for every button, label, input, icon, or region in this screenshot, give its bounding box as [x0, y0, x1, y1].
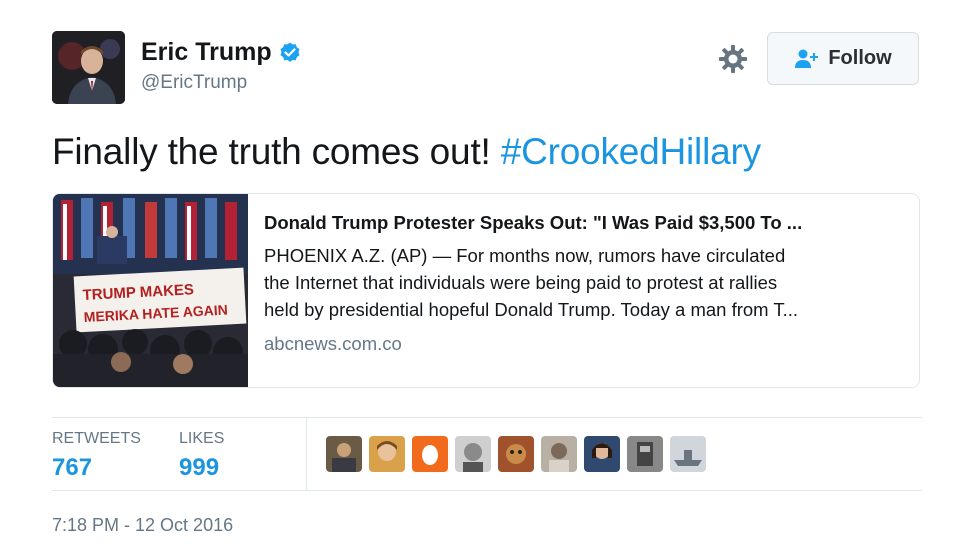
retweets-count: 767 [52, 454, 93, 481]
retweets-label: RETWEETS [52, 430, 141, 447]
retweets-stat[interactable]: RETWEETS 767 [52, 430, 141, 482]
stats-bottom-divider [52, 490, 922, 491]
liker-avatar[interactable] [412, 436, 448, 472]
verified-badge-icon [280, 42, 300, 62]
user-display-name[interactable]: Eric Trump [141, 38, 302, 67]
card-content: Donald Trump Protester Speaks Out: "I Wa… [264, 212, 904, 355]
link-preview-card[interactable]: TRUMP MAKES MERIKA HATE AGAIN Donald Tru… [52, 193, 920, 388]
follow-button[interactable]: Follow [767, 32, 919, 85]
card-domain[interactable]: abcnews.com.co [264, 333, 904, 355]
tweet-body: Finally the truth comes out! [52, 131, 501, 172]
liker-avatar[interactable] [541, 436, 577, 472]
liker-avatar[interactable] [498, 436, 534, 472]
likes-label: LIKES [179, 430, 225, 447]
gear-icon[interactable] [718, 44, 748, 74]
liker-avatar[interactable] [627, 436, 663, 472]
card-description-line: held by presidential hopeful Donald Trum… [264, 299, 799, 320]
tweet-timestamp[interactable]: 7:18 PM - 12 Oct 2016 [52, 515, 233, 536]
card-description-line: the Internet that individuals were being… [264, 272, 778, 293]
user-handle[interactable]: @EricTrump [141, 72, 247, 94]
card-title[interactable]: Donald Trump Protester Speaks Out: "I Wa… [264, 212, 904, 234]
likes-stat[interactable]: LIKES 999 [179, 430, 224, 482]
liker-avatar[interactable] [369, 436, 405, 472]
liker-avatar[interactable] [670, 436, 706, 472]
user-name-text: Eric Trump [141, 38, 272, 66]
liker-avatar[interactable] [326, 436, 362, 472]
likes-count: 999 [179, 454, 220, 481]
stats-separator [306, 418, 307, 491]
card-thumbnail-image: TRUMP MAKES MERIKA HATE AGAIN [53, 194, 248, 387]
liker-avatars [326, 436, 706, 472]
hashtag-link[interactable]: #CrookedHillary [501, 131, 761, 172]
tweet-stats: RETWEETS 767 LIKES 999 [52, 418, 922, 491]
liker-avatar[interactable] [584, 436, 620, 472]
liker-avatar[interactable] [455, 436, 491, 472]
follow-button-label: Follow [828, 47, 892, 69]
avatar-image [52, 31, 125, 104]
card-description: PHOENIX A.Z. (AP) — For months now, rumo… [264, 242, 904, 323]
profile-avatar[interactable] [52, 31, 125, 104]
tweet-text: Finally the truth comes out! #CrookedHil… [52, 131, 761, 173]
add-user-icon [795, 49, 819, 68]
card-description-line: PHOENIX A.Z. (AP) — For months now, rumo… [264, 245, 786, 266]
